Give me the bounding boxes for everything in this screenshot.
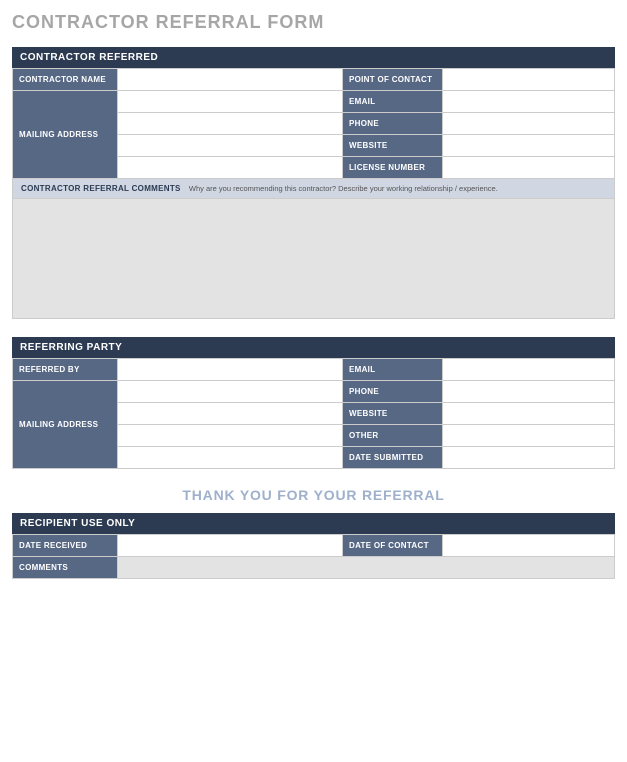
- rp-email-label: EMAIL: [343, 359, 443, 381]
- email-value[interactable]: [443, 91, 615, 113]
- referral-comments-header: CONTRACTOR REFERRAL COMMENTS Why are you…: [12, 179, 615, 199]
- contractor-name-label: CONTRACTOR NAME: [13, 69, 118, 91]
- referral-comments-body[interactable]: [12, 199, 615, 319]
- rp-website-label: WEBSITE: [343, 403, 443, 425]
- date-of-contact-value[interactable]: [443, 535, 615, 557]
- point-of-contact-label: POINT OF CONTACT: [343, 69, 443, 91]
- recipient-comments-label: COMMENTS: [13, 557, 118, 579]
- date-of-contact-label: DATE OF CONTACT: [343, 535, 443, 557]
- rp-mailing-address-value-4[interactable]: [118, 447, 343, 469]
- mailing-address-value-1[interactable]: [118, 91, 343, 113]
- rp-date-submitted-label: DATE SUBMITTED: [343, 447, 443, 469]
- recipient-use-only-section: RECIPIENT USE ONLY DATE RECEIVED DATE OF…: [12, 513, 615, 579]
- rp-phone-value[interactable]: [443, 381, 615, 403]
- rp-email-value[interactable]: [443, 359, 615, 381]
- referred-by-label: REFERRED BY: [13, 359, 118, 381]
- recipient-use-only-header: RECIPIENT USE ONLY: [12, 513, 615, 534]
- license-number-label: LICENSE NUMBER: [343, 157, 443, 179]
- referring-party-header: REFERRING PARTY: [12, 337, 615, 358]
- referring-party-section: REFERRING PARTY REFERRED BY EMAIL MAILIN…: [12, 337, 615, 469]
- page-title: CONTRACTOR REFERRAL FORM: [12, 12, 615, 33]
- mailing-address-value-2[interactable]: [118, 113, 343, 135]
- phone-value[interactable]: [443, 113, 615, 135]
- point-of-contact-value[interactable]: [443, 69, 615, 91]
- website-label: WEBSITE: [343, 135, 443, 157]
- contractor-referred-header: CONTRACTOR REFERRED: [12, 47, 615, 68]
- rp-phone-label: PHONE: [343, 381, 443, 403]
- phone-label: PHONE: [343, 113, 443, 135]
- rp-mailing-address-value-3[interactable]: [118, 425, 343, 447]
- email-label: EMAIL: [343, 91, 443, 113]
- rp-mailing-address-value-1[interactable]: [118, 381, 343, 403]
- rp-mailing-address-label: MAILING ADDRESS: [13, 381, 118, 469]
- referring-party-table: REFERRED BY EMAIL MAILING ADDRESS PHONE …: [12, 358, 615, 469]
- thank-you-text: THANK YOU FOR YOUR REFERRAL: [12, 487, 615, 503]
- contractor-referred-section: CONTRACTOR REFERRED CONTRACTOR NAME POIN…: [12, 47, 615, 319]
- rp-mailing-address-value-2[interactable]: [118, 403, 343, 425]
- website-value[interactable]: [443, 135, 615, 157]
- rp-other-label: OTHER: [343, 425, 443, 447]
- referral-comments-label: CONTRACTOR REFERRAL COMMENTS: [21, 184, 181, 193]
- recipient-comments-value[interactable]: [118, 557, 615, 579]
- rp-other-value[interactable]: [443, 425, 615, 447]
- rp-website-value[interactable]: [443, 403, 615, 425]
- mailing-address-value-3[interactable]: [118, 135, 343, 157]
- contractor-referred-table: CONTRACTOR NAME POINT OF CONTACT MAILING…: [12, 68, 615, 179]
- mailing-address-label: MAILING ADDRESS: [13, 91, 118, 179]
- date-received-value[interactable]: [118, 535, 343, 557]
- referred-by-value[interactable]: [118, 359, 343, 381]
- contractor-name-value[interactable]: [118, 69, 343, 91]
- rp-date-submitted-value[interactable]: [443, 447, 615, 469]
- recipient-use-only-table: DATE RECEIVED DATE OF CONTACT COMMENTS: [12, 534, 615, 579]
- mailing-address-value-4[interactable]: [118, 157, 343, 179]
- referral-comments-hint: Why are you recommending this contractor…: [189, 184, 498, 193]
- date-received-label: DATE RECEIVED: [13, 535, 118, 557]
- license-number-value[interactable]: [443, 157, 615, 179]
